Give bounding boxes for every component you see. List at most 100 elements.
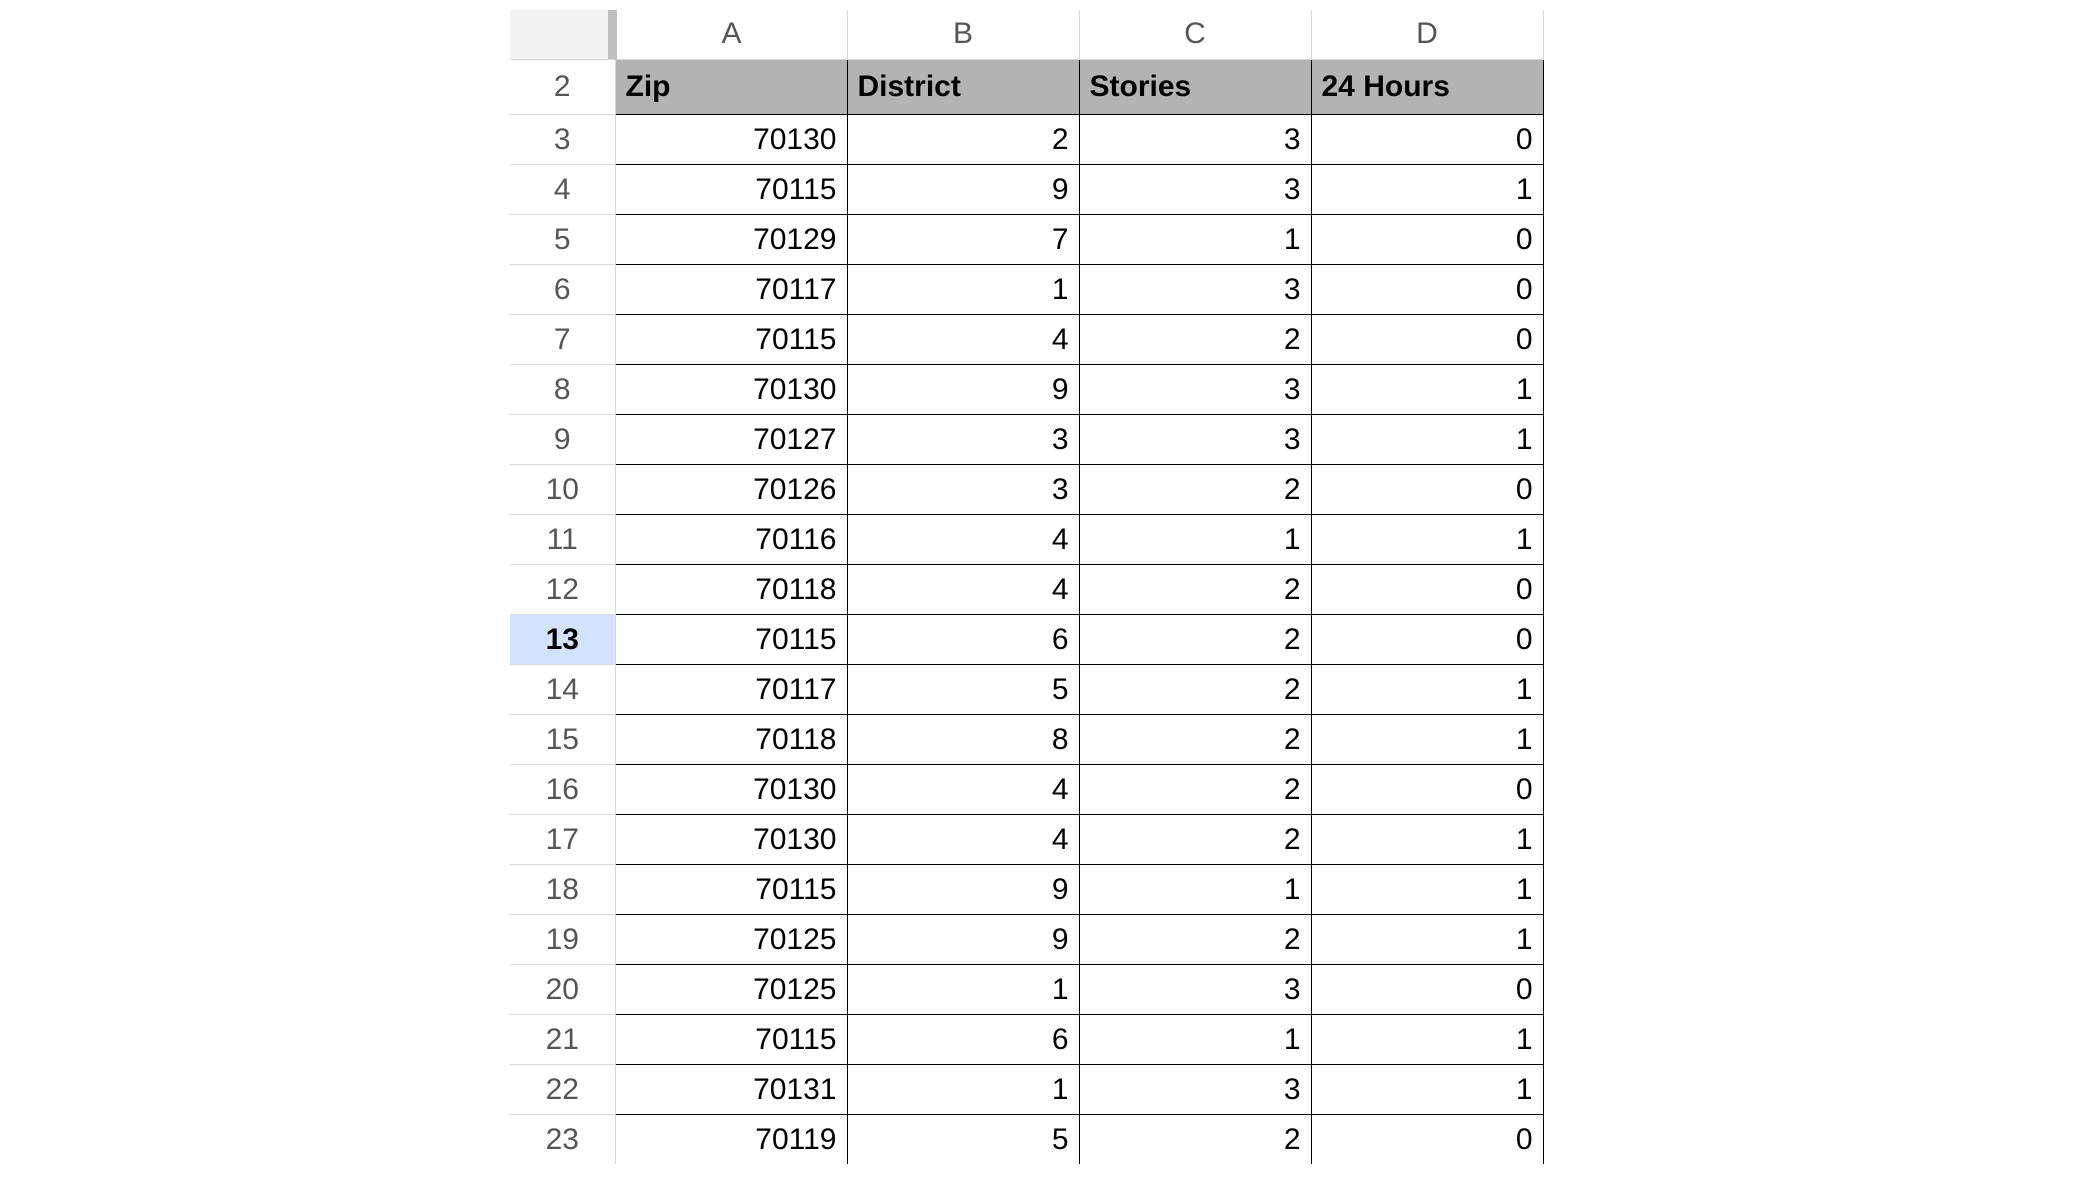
cell[interactable]: 1	[1311, 864, 1543, 914]
column-header-C[interactable]: C	[1079, 10, 1311, 59]
cell[interactable]: 1	[1079, 1014, 1311, 1064]
cell[interactable]: 9	[847, 914, 1079, 964]
cell[interactable]: 1	[1311, 914, 1543, 964]
cell[interactable]: 4	[847, 514, 1079, 564]
cell[interactable]: 5	[847, 1114, 1079, 1164]
cell[interactable]: 0	[1311, 614, 1543, 664]
cell[interactable]: 2	[1079, 464, 1311, 514]
row-header[interactable]: 2	[510, 59, 615, 114]
cell[interactable]: 1	[1311, 1064, 1543, 1114]
cell[interactable]: 3	[1079, 364, 1311, 414]
cell[interactable]: 1	[1311, 714, 1543, 764]
cell[interactable]: 70127	[615, 414, 847, 464]
cell[interactable]: 0	[1311, 114, 1543, 164]
column-header-B[interactable]: B	[847, 10, 1079, 59]
cell[interactable]: 3	[1079, 164, 1311, 214]
cell[interactable]: 3	[1079, 1064, 1311, 1114]
field-header-zip[interactable]: Zip	[615, 59, 847, 114]
cell[interactable]: 70125	[615, 914, 847, 964]
cell[interactable]: 1	[1311, 164, 1543, 214]
cell[interactable]: 4	[847, 314, 1079, 364]
cell[interactable]: 1	[1311, 364, 1543, 414]
cell[interactable]: 2	[1079, 1114, 1311, 1164]
cell[interactable]: 4	[847, 814, 1079, 864]
row-header[interactable]: 11	[510, 514, 615, 564]
row-header[interactable]: 12	[510, 564, 615, 614]
row-header[interactable]: 7	[510, 314, 615, 364]
row-header[interactable]: 16	[510, 764, 615, 814]
cell[interactable]: 70116	[615, 514, 847, 564]
row-header[interactable]: 21	[510, 1014, 615, 1064]
row-header[interactable]: 8	[510, 364, 615, 414]
cell[interactable]: 70129	[615, 214, 847, 264]
row-header[interactable]: 3	[510, 114, 615, 164]
cell[interactable]: 5	[847, 664, 1079, 714]
cell[interactable]: 0	[1311, 1114, 1543, 1164]
row-header[interactable]: 20	[510, 964, 615, 1014]
cell[interactable]: 6	[847, 1014, 1079, 1064]
cell[interactable]: 0	[1311, 964, 1543, 1014]
field-header-district[interactable]: District	[847, 59, 1079, 114]
cell[interactable]: 0	[1311, 314, 1543, 364]
cell[interactable]: 0	[1311, 264, 1543, 314]
cell[interactable]: 70130	[615, 114, 847, 164]
cell[interactable]: 70115	[615, 164, 847, 214]
cell[interactable]: 3	[847, 414, 1079, 464]
cell[interactable]: 7	[847, 214, 1079, 264]
cell[interactable]: 70130	[615, 364, 847, 414]
cell[interactable]: 1	[847, 964, 1079, 1014]
row-header[interactable]: 6	[510, 264, 615, 314]
cell[interactable]: 9	[847, 364, 1079, 414]
cell[interactable]: 2	[1079, 764, 1311, 814]
cell[interactable]: 1	[1079, 214, 1311, 264]
cell[interactable]: 2	[1079, 564, 1311, 614]
cell[interactable]: 2	[1079, 314, 1311, 364]
cell[interactable]: 70118	[615, 714, 847, 764]
cell[interactable]: 70118	[615, 564, 847, 614]
cell[interactable]: 2	[1079, 614, 1311, 664]
cell[interactable]: 1	[847, 264, 1079, 314]
cell[interactable]: 4	[847, 764, 1079, 814]
cell[interactable]: 1	[1311, 414, 1543, 464]
row-header[interactable]: 4	[510, 164, 615, 214]
row-header[interactable]: 13	[510, 614, 615, 664]
cell[interactable]: 1	[1079, 514, 1311, 564]
cell[interactable]: 1	[1311, 814, 1543, 864]
cell[interactable]: 0	[1311, 764, 1543, 814]
cell[interactable]: 1	[1079, 864, 1311, 914]
cell[interactable]: 0	[1311, 564, 1543, 614]
cell[interactable]: 0	[1311, 214, 1543, 264]
cell[interactable]: 3	[1079, 414, 1311, 464]
cell[interactable]: 1	[847, 1064, 1079, 1114]
cell[interactable]: 2	[1079, 664, 1311, 714]
row-header[interactable]: 9	[510, 414, 615, 464]
cell[interactable]: 70130	[615, 814, 847, 864]
row-header[interactable]: 18	[510, 864, 615, 914]
cell[interactable]: 1	[1311, 514, 1543, 564]
cell[interactable]: 2	[1079, 814, 1311, 864]
cell[interactable]: 70117	[615, 264, 847, 314]
cell[interactable]: 70125	[615, 964, 847, 1014]
cell[interactable]: 2	[1079, 714, 1311, 764]
row-header[interactable]: 19	[510, 914, 615, 964]
cell[interactable]: 70115	[615, 1014, 847, 1064]
cell[interactable]: 70117	[615, 664, 847, 714]
column-header-A[interactable]: A	[615, 10, 847, 59]
cell[interactable]: 3	[1079, 964, 1311, 1014]
cell[interactable]: 70131	[615, 1064, 847, 1114]
cell[interactable]: 3	[1079, 114, 1311, 164]
row-header[interactable]: 14	[510, 664, 615, 714]
cell[interactable]: 1	[1311, 1014, 1543, 1064]
cell[interactable]: 70119	[615, 1114, 847, 1164]
cell[interactable]: 0	[1311, 464, 1543, 514]
select-all-corner[interactable]	[510, 10, 615, 59]
cell[interactable]: 9	[847, 164, 1079, 214]
row-header[interactable]: 22	[510, 1064, 615, 1114]
cell[interactable]: 9	[847, 864, 1079, 914]
cell[interactable]: 70130	[615, 764, 847, 814]
column-header-D[interactable]: D	[1311, 10, 1543, 59]
cell[interactable]: 2	[1079, 914, 1311, 964]
row-header[interactable]: 17	[510, 814, 615, 864]
field-header-stories[interactable]: Stories	[1079, 59, 1311, 114]
cell[interactable]: 6	[847, 614, 1079, 664]
